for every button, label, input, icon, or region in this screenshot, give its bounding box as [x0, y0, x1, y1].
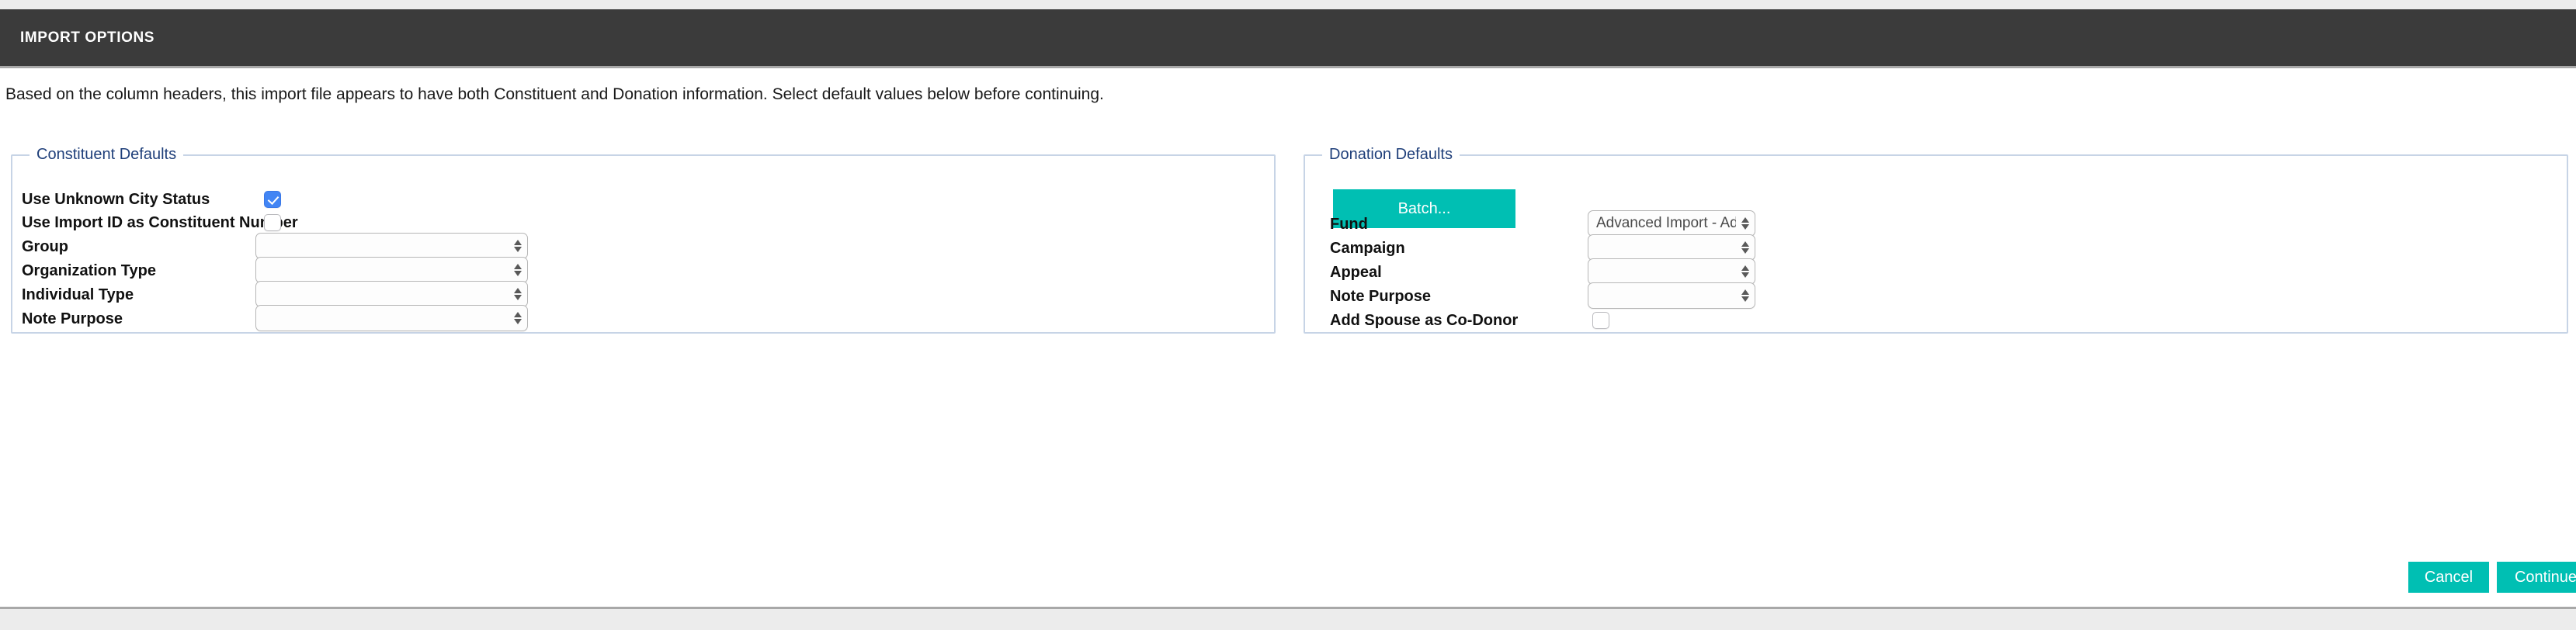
label-note-purpose-donation: Note Purpose: [1330, 287, 1432, 305]
constituent-defaults-legend: Constituent Defaults: [36, 146, 177, 163]
chevron-updown-icon: [513, 237, 522, 254]
cancel-button[interactable]: Cancel: [2408, 562, 2489, 593]
constituent-defaults-group: Constituent Defaults Use Unknown City St…: [11, 146, 1276, 334]
label-appeal: Appeal: [1330, 263, 1382, 281]
select-appeal[interactable]: [1588, 258, 1755, 285]
label-campaign: Campaign: [1330, 239, 1405, 257]
select-individual-type[interactable]: [255, 281, 528, 307]
chevron-updown-icon: [1741, 287, 1749, 304]
page-title: IMPORT OPTIONS: [20, 29, 155, 46]
checkbox-use-import-id-as-constituent-number[interactable]: [264, 214, 281, 231]
donation-defaults-legend: Donation Defaults: [1329, 146, 1453, 163]
window-titlebar: IMPORT OPTIONS: [0, 9, 2576, 66]
label-add-spouse-as-co-donor: Add Spouse as Co-Donor: [1330, 311, 1519, 329]
import-options-screen: IMPORT OPTIONS Based on the column heade…: [0, 0, 2576, 630]
donation-defaults-group: Donation Defaults Batch... Fund Advanced…: [1304, 146, 2568, 334]
select-group[interactable]: [255, 233, 528, 259]
intro-text: Based on the column headers, this import…: [5, 85, 1104, 103]
select-fund[interactable]: Advanced Import - Advanced Import: [1588, 210, 1755, 237]
row-campaign: Campaign: [1330, 235, 1405, 261]
label-note-purpose-constituent: Note Purpose: [22, 310, 123, 327]
row-organization-type: Organization Type: [22, 258, 156, 284]
select-note-purpose-donation[interactable]: [1588, 282, 1755, 309]
label-use-unknown-city-status: Use Unknown City Status: [22, 190, 210, 208]
row-note-purpose-donation: Note Purpose: [1330, 283, 1431, 310]
row-add-spouse-as-co-donor: Add Spouse as Co-Donor: [1330, 307, 1518, 334]
chevron-updown-icon: [1741, 239, 1749, 256]
label-group: Group: [22, 237, 68, 255]
import-options-panel: Based on the column headers, this import…: [0, 66, 2576, 609]
label-use-import-id-as-constituent-number: Use Import ID as Constituent Number: [22, 213, 298, 231]
donation-defaults-body: Batch... Fund Advanced Import - Advanced…: [1305, 164, 2567, 332]
row-use-import-id-as-constituent-number: Use Import ID as Constituent Number: [22, 209, 298, 236]
row-fund: Fund: [1330, 211, 1368, 237]
label-individual-type: Individual Type: [22, 286, 134, 303]
chevron-updown-icon: [1741, 215, 1749, 232]
chevron-updown-icon: [513, 286, 522, 303]
constituent-defaults-body: Use Unknown City Status Use Import ID as…: [12, 164, 1274, 332]
continue-button[interactable]: Continue: [2497, 562, 2576, 593]
row-use-unknown-city-status: Use Unknown City Status: [22, 186, 210, 213]
row-individual-type: Individual Type: [22, 282, 134, 308]
row-appeal: Appeal: [1330, 259, 1382, 286]
chevron-updown-icon: [513, 310, 522, 327]
label-fund: Fund: [1330, 215, 1368, 233]
row-group: Group: [22, 234, 68, 260]
select-note-purpose-constituent[interactable]: [255, 305, 528, 331]
label-organization-type: Organization Type: [22, 261, 156, 279]
checkbox-use-unknown-city-status[interactable]: [264, 191, 281, 208]
checkbox-add-spouse-as-co-donor[interactable]: [1592, 312, 1609, 329]
chevron-updown-icon: [513, 261, 522, 279]
select-organization-type[interactable]: [255, 257, 528, 283]
chevron-updown-icon: [1741, 263, 1749, 280]
select-campaign[interactable]: [1588, 234, 1755, 261]
row-note-purpose-constituent: Note Purpose: [22, 306, 123, 332]
